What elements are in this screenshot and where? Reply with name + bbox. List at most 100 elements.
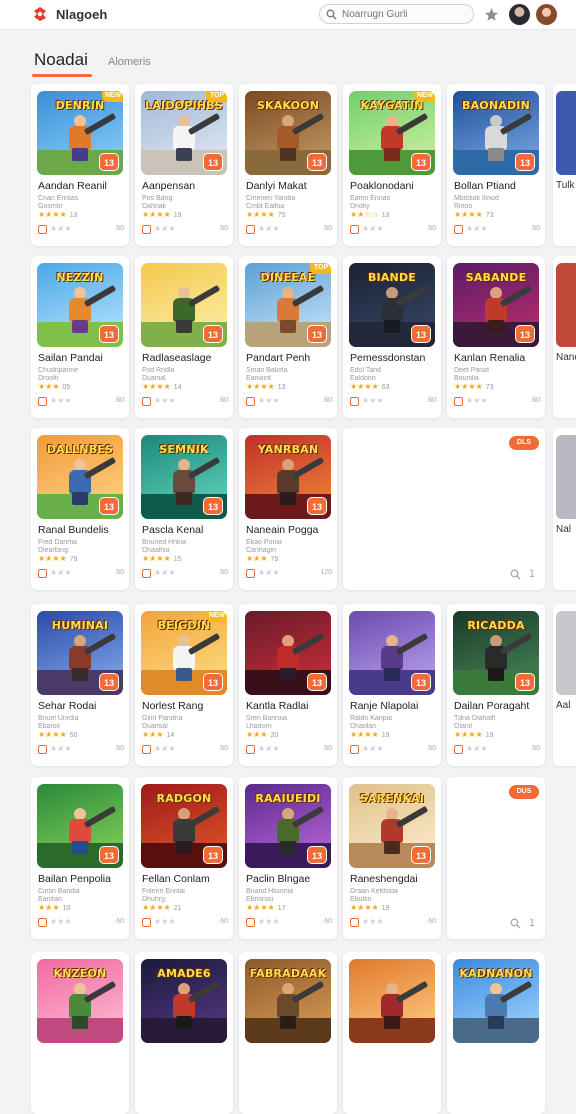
game-title[interactable]: Paclin Blngae [246,873,334,885]
game-thumbnail[interactable]: 13 [349,611,435,695]
partial-game-card[interactable]: Aal [553,604,576,766]
game-card[interactable]: DENRIN 13 NEW Aandan Reanil Cnan Ennlas Gosmt… [31,84,129,246]
game-title[interactable]: Radlaseaslage [142,352,230,364]
search-box[interactable] [319,4,474,24]
game-card[interactable]: KADNANON [447,952,545,1114]
game-card[interactable]: YANRBAN 13 Naneain Pogga Ekao Ponia Canhagin… [239,428,337,590]
game-thumbnail[interactable] [556,91,576,175]
game-title[interactable]: Ranje Nlapolai [350,700,438,712]
game-thumbnail[interactable]: DALLNBES 13 [37,435,123,519]
game-title[interactable]: Raneshengdai [350,873,438,885]
game-card[interactable]: SEMNIK 13 Pascla Kenal Bnuned Hnkia Dhaalhia… [135,428,233,590]
game-card[interactable]: FABRADAAK [239,952,337,1114]
game-thumbnail[interactable]: AMADE6 [141,959,227,1043]
game-card[interactable]: RADGON 13 Fellan Conlam Fnlerin Ennlai Dhuhr… [135,777,233,939]
game-thumbnail[interactable]: RADGON 13 [141,784,227,868]
search-input[interactable] [342,7,470,21]
game-card[interactable]: SABANDE 13 Kanlan Renalia Deet Panat Bounili… [447,256,545,418]
game-thumbnail[interactable]: YANRBAN 13 [245,435,331,519]
game-title[interactable]: Pascla Kenal [142,524,230,536]
game-title[interactable]: Kantla Radlai [246,700,334,712]
wide-card[interactable]: DUS 1 [447,777,545,939]
game-title[interactable]: Fellan Conlam [142,873,230,885]
game-card[interactable]: SKAKOON 13 Danlyi Makat Cinenen Yandia Cmbt … [239,84,337,246]
label-pill[interactable]: DLS [509,436,539,450]
game-card[interactable]: BAONADIN 13 Bollan Ptiand Mbitdiak Ilinod Ri… [447,84,545,246]
game-thumbnail[interactable]: BIANDE 13 [349,263,435,347]
game-thumbnail[interactable]: BEIGDIN 13 NEW [141,611,227,695]
tab-noadai[interactable]: Noadai [32,50,92,77]
game-title[interactable]: Aanpensan [142,180,230,192]
game-thumbnail[interactable] [349,959,435,1043]
game-thumbnail[interactable]: 13 [245,611,331,695]
game-card[interactable]: DALLNBES 13 Ranal Bundelis Fred Danrtia Dlea… [31,428,129,590]
partial-game-card[interactable]: Nal [553,428,576,590]
game-card[interactable] [343,952,441,1114]
game-thumbnail[interactable]: RAAIUEIDI 13 [245,784,331,868]
game-thumbnail[interactable]: KAYGATIN 13 NEW [349,91,435,175]
game-card[interactable]: NEZZIN 13 Sailan Pandai Chudnpanne Droolti ★★… [31,256,129,418]
game-card[interactable]: HUMINAI 13 Sehar Rodai Bnuel Unrdia Ebaroil ★… [31,604,129,766]
search-icon[interactable] [510,918,521,929]
label-pill[interactable]: DUS [509,785,539,799]
game-title[interactable]: Bailan Penpolia [38,873,126,885]
wide-card[interactable]: DLS 1 [343,428,545,590]
game-title[interactable]: Pemessdonstan [350,352,438,364]
game-thumbnail[interactable]: LAIDOPIHBS 13 TOP [141,91,227,175]
game-title[interactable]: Bollan Ptiand [454,180,542,192]
game-thumbnail[interactable]: BAONADIN 13 [453,91,539,175]
game-title[interactable]: Danlyi Makat [246,180,334,192]
game-title[interactable]: Kanlan Renalia [454,352,542,364]
game-thumbnail[interactable] [556,435,576,519]
game-title[interactable]: Aal [556,700,570,711]
user-avatar-1[interactable] [509,4,530,25]
game-title[interactable]: Tulk [556,180,575,191]
game-card[interactable]: LAIDOPIHBS 13 TOP Aanpensan Pos Bdng Dahnak ★★… [135,84,233,246]
game-thumbnail[interactable]: SKAKOON 13 [245,91,331,175]
user-avatar-2[interactable] [536,4,557,25]
game-title[interactable]: Ranal Bundelis [38,524,126,536]
game-card[interactable]: DINEEAE 13 TOP Pandart Penh Sman Baliota Eanw… [239,256,337,418]
game-card[interactable]: KAYGATIN 13 NEW Poaklonodani Eamn Ennas Dnoli… [343,84,441,246]
brand-name[interactable]: Nlagoeh [56,7,107,22]
game-thumbnail[interactable]: SEMNIK 13 [141,435,227,519]
game-thumbnail[interactable]: SABANDE 13 [453,263,539,347]
game-title[interactable]: Naneain Pogga [246,524,334,536]
game-thumbnail[interactable]: SARENKAI 13 [349,784,435,868]
partial-game-card[interactable]: Tulk [553,84,576,246]
game-card[interactable]: SARENKAI 13 Raneshengdai Draan Keldsioa Ebut… [343,777,441,939]
game-thumbnail[interactable]: DENRIN 13 NEW [37,91,123,175]
game-title[interactable]: Norlest Rang [142,700,230,712]
game-thumbnail[interactable] [556,611,576,695]
game-title[interactable]: Nane [556,352,576,363]
game-title[interactable]: Dailan Poragaht [454,700,542,712]
game-card[interactable]: BEIGDIN 13 NEW Norlest Rang Gilnt Pandria Dua… [135,604,233,766]
game-card[interactable]: RAAIUEIDI 13 Paclin Blngae Bnand Hlisonia Eb… [239,777,337,939]
game-title[interactable]: Poaklonodani [350,180,438,192]
game-title[interactable]: Sehar Rodai [38,700,126,712]
game-card[interactable]: 13 Kantla Radlai Sren Banroia Lhadorn ★★★ 20 ★… [239,604,337,766]
game-thumbnail[interactable]: DINEEAE 13 TOP [245,263,331,347]
search-icon[interactable] [510,569,521,580]
game-card[interactable]: 13 Radlaseaslage Fnd Rndla Duanial ★★★★ 14 ★★★… [135,256,233,418]
game-card[interactable]: RICADDA 13 Dailan Poragaht Tdna Diahalfl Ola… [447,604,545,766]
game-thumbnail[interactable]: 13 [141,263,227,347]
game-title[interactable]: Nal [556,524,571,535]
game-title[interactable]: Pandart Penh [246,352,334,364]
game-thumbnail[interactable]: RICADDA 13 [453,611,539,695]
game-card[interactable]: BIANDE 13 Pemessdonstan Edol Tand Ealdonn ★★★… [343,256,441,418]
game-thumbnail[interactable]: KADNANON [453,959,539,1043]
tab-alomeris[interactable]: Alomeris [108,56,151,68]
game-thumbnail[interactable]: FABRADAAK [245,959,331,1043]
star-icon[interactable] [484,7,499,22]
partial-game-card[interactable]: Nane [553,256,576,418]
game-thumbnail[interactable]: NEZZIN 13 [37,263,123,347]
game-card[interactable]: KNZEON [31,952,129,1114]
game-card[interactable]: 13 Bailan Penpolia Cintin Bandia Eanitan ★★★… [31,777,129,939]
game-thumbnail[interactable] [556,263,576,347]
game-title[interactable]: Aandan Reanil [38,180,126,192]
game-card[interactable]: 13 Ranje Nlapolai Raldn Kanpia Dhaolan ★★★★ 1… [343,604,441,766]
game-thumbnail[interactable]: 13 [37,784,123,868]
game-card[interactable]: AMADE6 [135,952,233,1114]
game-thumbnail[interactable]: KNZEON [37,959,123,1043]
